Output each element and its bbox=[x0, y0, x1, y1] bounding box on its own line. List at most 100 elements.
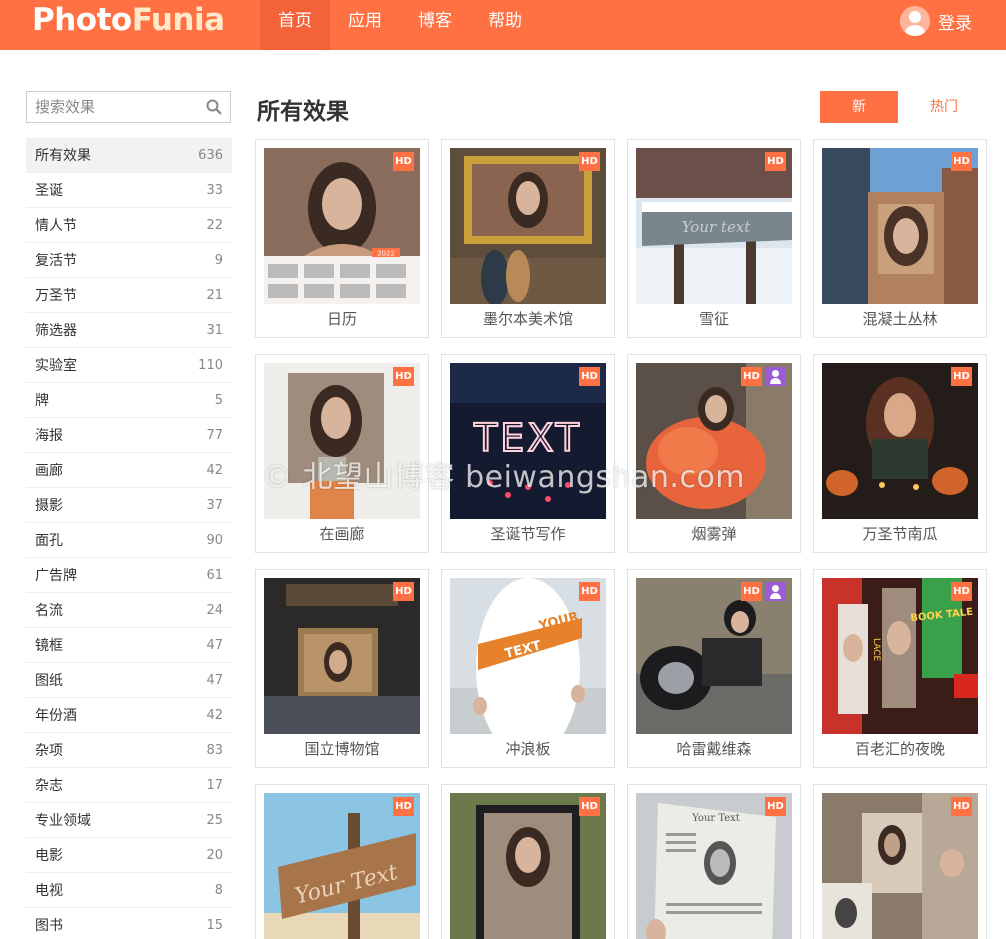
snow-sign-text: Your text bbox=[682, 218, 752, 236]
effect-card-snow-sign[interactable]: Your text HD 雪征 bbox=[627, 139, 801, 338]
category-name: 筛选器 bbox=[35, 323, 77, 339]
effect-thumbnail bbox=[822, 148, 978, 304]
category-halloween[interactable]: 万圣节 21 bbox=[26, 278, 232, 313]
category-easter[interactable]: 复活节 9 bbox=[26, 243, 232, 278]
effect-thumbnail bbox=[636, 578, 792, 734]
category-name: 年份酒 bbox=[35, 708, 77, 724]
category-count: 15 bbox=[206, 917, 223, 933]
effect-card-broadway-night[interactable]: LACE BOOK TALE HD 百老汇的夜晚 bbox=[813, 569, 987, 768]
effect-thumbnail bbox=[822, 363, 978, 519]
category-galleries[interactable]: 画廊 42 bbox=[26, 453, 232, 488]
effect-thumbnail bbox=[636, 363, 792, 519]
effect-card-beach-sign[interactable]: Your Text HD bbox=[255, 784, 429, 939]
category-faces[interactable]: 面孔 90 bbox=[26, 523, 232, 558]
effect-card-harley-davidson[interactable]: HD 哈雷戴维森 bbox=[627, 569, 801, 768]
effect-caption: 万圣节南瓜 bbox=[862, 525, 938, 543]
category-count: 8 bbox=[214, 882, 223, 898]
hd-badge: HD bbox=[765, 152, 786, 171]
category-celebrities[interactable]: 名流 24 bbox=[26, 593, 232, 628]
effect-card-halloween-pumpkins[interactable]: HD 万圣节南瓜 bbox=[813, 354, 987, 553]
category-christmas[interactable]: 圣诞 33 bbox=[26, 173, 232, 208]
category-valentines[interactable]: 情人节 22 bbox=[26, 208, 232, 243]
main-nav: 首页 应用 博客 帮助 bbox=[260, 0, 540, 50]
nav-blog[interactable]: 博客 bbox=[400, 0, 470, 50]
category-count: 37 bbox=[206, 497, 223, 513]
category-movies[interactable]: 电影 20 bbox=[26, 838, 232, 873]
logo-funia: Funia bbox=[131, 2, 225, 38]
category-name: 所有效果 bbox=[35, 148, 91, 164]
effect-caption: 冲浪板 bbox=[505, 740, 551, 758]
effect-card-newspaper[interactable]: Your Text HD bbox=[627, 784, 801, 939]
category-name: 画廊 bbox=[35, 463, 63, 479]
lace-sign-text: LACE bbox=[871, 638, 881, 662]
search-input[interactable] bbox=[27, 92, 197, 122]
hd-badge: HD bbox=[765, 797, 786, 816]
category-filters[interactable]: 筛选器 31 bbox=[26, 313, 232, 348]
category-photography[interactable]: 摄影 37 bbox=[26, 488, 232, 523]
hd-badge: HD bbox=[393, 797, 414, 816]
category-name: 实验室 bbox=[35, 358, 77, 374]
neon-text: TEXT bbox=[473, 416, 582, 460]
category-name: 复活节 bbox=[35, 253, 77, 269]
hd-badge: HD bbox=[951, 152, 972, 171]
category-name: 电影 bbox=[35, 848, 63, 864]
search-box bbox=[26, 91, 231, 123]
category-vintage[interactable]: 年份酒 42 bbox=[26, 698, 232, 733]
category-count: 61 bbox=[206, 567, 223, 583]
category-list: 所有效果 636 圣诞 33 情人节 22 复活节 9 万圣节 21 筛选器 31 实验室 1… bbox=[26, 138, 232, 939]
category-signs[interactable]: 牌5 bbox=[26, 383, 232, 418]
effect-card-melbourne-gallery[interactable]: HD 墨尔本美术馆 bbox=[441, 139, 615, 338]
category-count: 22 bbox=[206, 217, 223, 233]
category-books[interactable]: 图书 15 bbox=[26, 908, 232, 939]
effect-caption: 墨尔本美术馆 bbox=[482, 310, 573, 328]
category-drawings[interactable]: 图纸 47 bbox=[26, 663, 232, 698]
category-name: 摄影 bbox=[35, 498, 63, 514]
effect-card-calendar[interactable]: 2022 HD 日历 bbox=[255, 139, 429, 338]
effect-card-christmas-writing[interactable]: TEXT HD 圣诞节写作 bbox=[441, 354, 615, 553]
effect-caption: 国立博物馆 bbox=[304, 740, 380, 758]
category-misc[interactable]: 杂项 83 bbox=[26, 733, 232, 768]
effect-card-national-museum[interactable]: HD 国立博物馆 bbox=[255, 569, 429, 768]
category-professions[interactable]: 专业领域 25 bbox=[26, 803, 232, 838]
nav-home[interactable]: 首页 bbox=[260, 0, 330, 50]
effect-card-smoke-bomb[interactable]: HD 烟雾弹 bbox=[627, 354, 801, 553]
nav-apps[interactable]: 应用 bbox=[330, 0, 400, 50]
login-button[interactable]: 登录 bbox=[900, 4, 972, 38]
category-billboards[interactable]: 广告牌 61 bbox=[26, 558, 232, 593]
hd-badge: HD bbox=[393, 367, 414, 386]
category-magazines[interactable]: 杂志 17 bbox=[26, 768, 232, 803]
category-tv[interactable]: 电视 8 bbox=[26, 873, 232, 908]
sort-popular-button[interactable]: 热门 bbox=[910, 91, 978, 123]
category-name: 专业领域 bbox=[35, 813, 91, 829]
search-icon[interactable] bbox=[206, 99, 222, 115]
effect-thumbnail bbox=[264, 578, 420, 734]
hd-badge: HD bbox=[579, 797, 600, 816]
top-navbar: PhotoFunia 首页 应用 博客 帮助 登录 bbox=[0, 0, 1006, 50]
nav-help[interactable]: 帮助 bbox=[470, 0, 540, 50]
category-name: 面孔 bbox=[35, 533, 63, 549]
effect-thumbnail bbox=[450, 148, 606, 304]
category-posters[interactable]: 海报 77 bbox=[26, 418, 232, 453]
effect-card-holding-frame[interactable]: HD bbox=[441, 784, 615, 939]
hd-badge: HD bbox=[951, 797, 972, 816]
category-lab[interactable]: 实验室 110 bbox=[26, 348, 232, 383]
category-name: 杂志 bbox=[35, 778, 63, 794]
category-name: 圣诞 bbox=[35, 183, 63, 199]
effect-caption: 混凝土丛林 bbox=[862, 310, 938, 328]
category-count: 47 bbox=[206, 672, 223, 688]
category-name: 杂项 bbox=[35, 743, 63, 759]
effect-card-street-painter[interactable]: HD bbox=[813, 784, 987, 939]
category-all[interactable]: 所有效果 636 bbox=[26, 138, 232, 173]
effect-card-concrete-jungle[interactable]: HD 混凝土丛林 bbox=[813, 139, 987, 338]
photofunia-logo[interactable]: PhotoFunia bbox=[32, 2, 225, 38]
category-frames[interactable]: 镜框 47 bbox=[26, 628, 232, 663]
category-count: 47 bbox=[206, 637, 223, 653]
effect-caption: 圣诞节写作 bbox=[490, 525, 566, 543]
category-count: 110 bbox=[198, 357, 223, 373]
effect-caption: 百老汇的夜晚 bbox=[854, 740, 945, 758]
effect-card-surfboard[interactable]: YOUR TEXT HD 冲浪板 bbox=[441, 569, 615, 768]
effect-caption: 烟雾弹 bbox=[691, 525, 737, 543]
page-title: 所有效果 bbox=[257, 99, 349, 125]
sort-new-button[interactable]: 新 bbox=[820, 91, 898, 123]
effect-card-in-gallery[interactable]: HD 在画廊 bbox=[255, 354, 429, 553]
